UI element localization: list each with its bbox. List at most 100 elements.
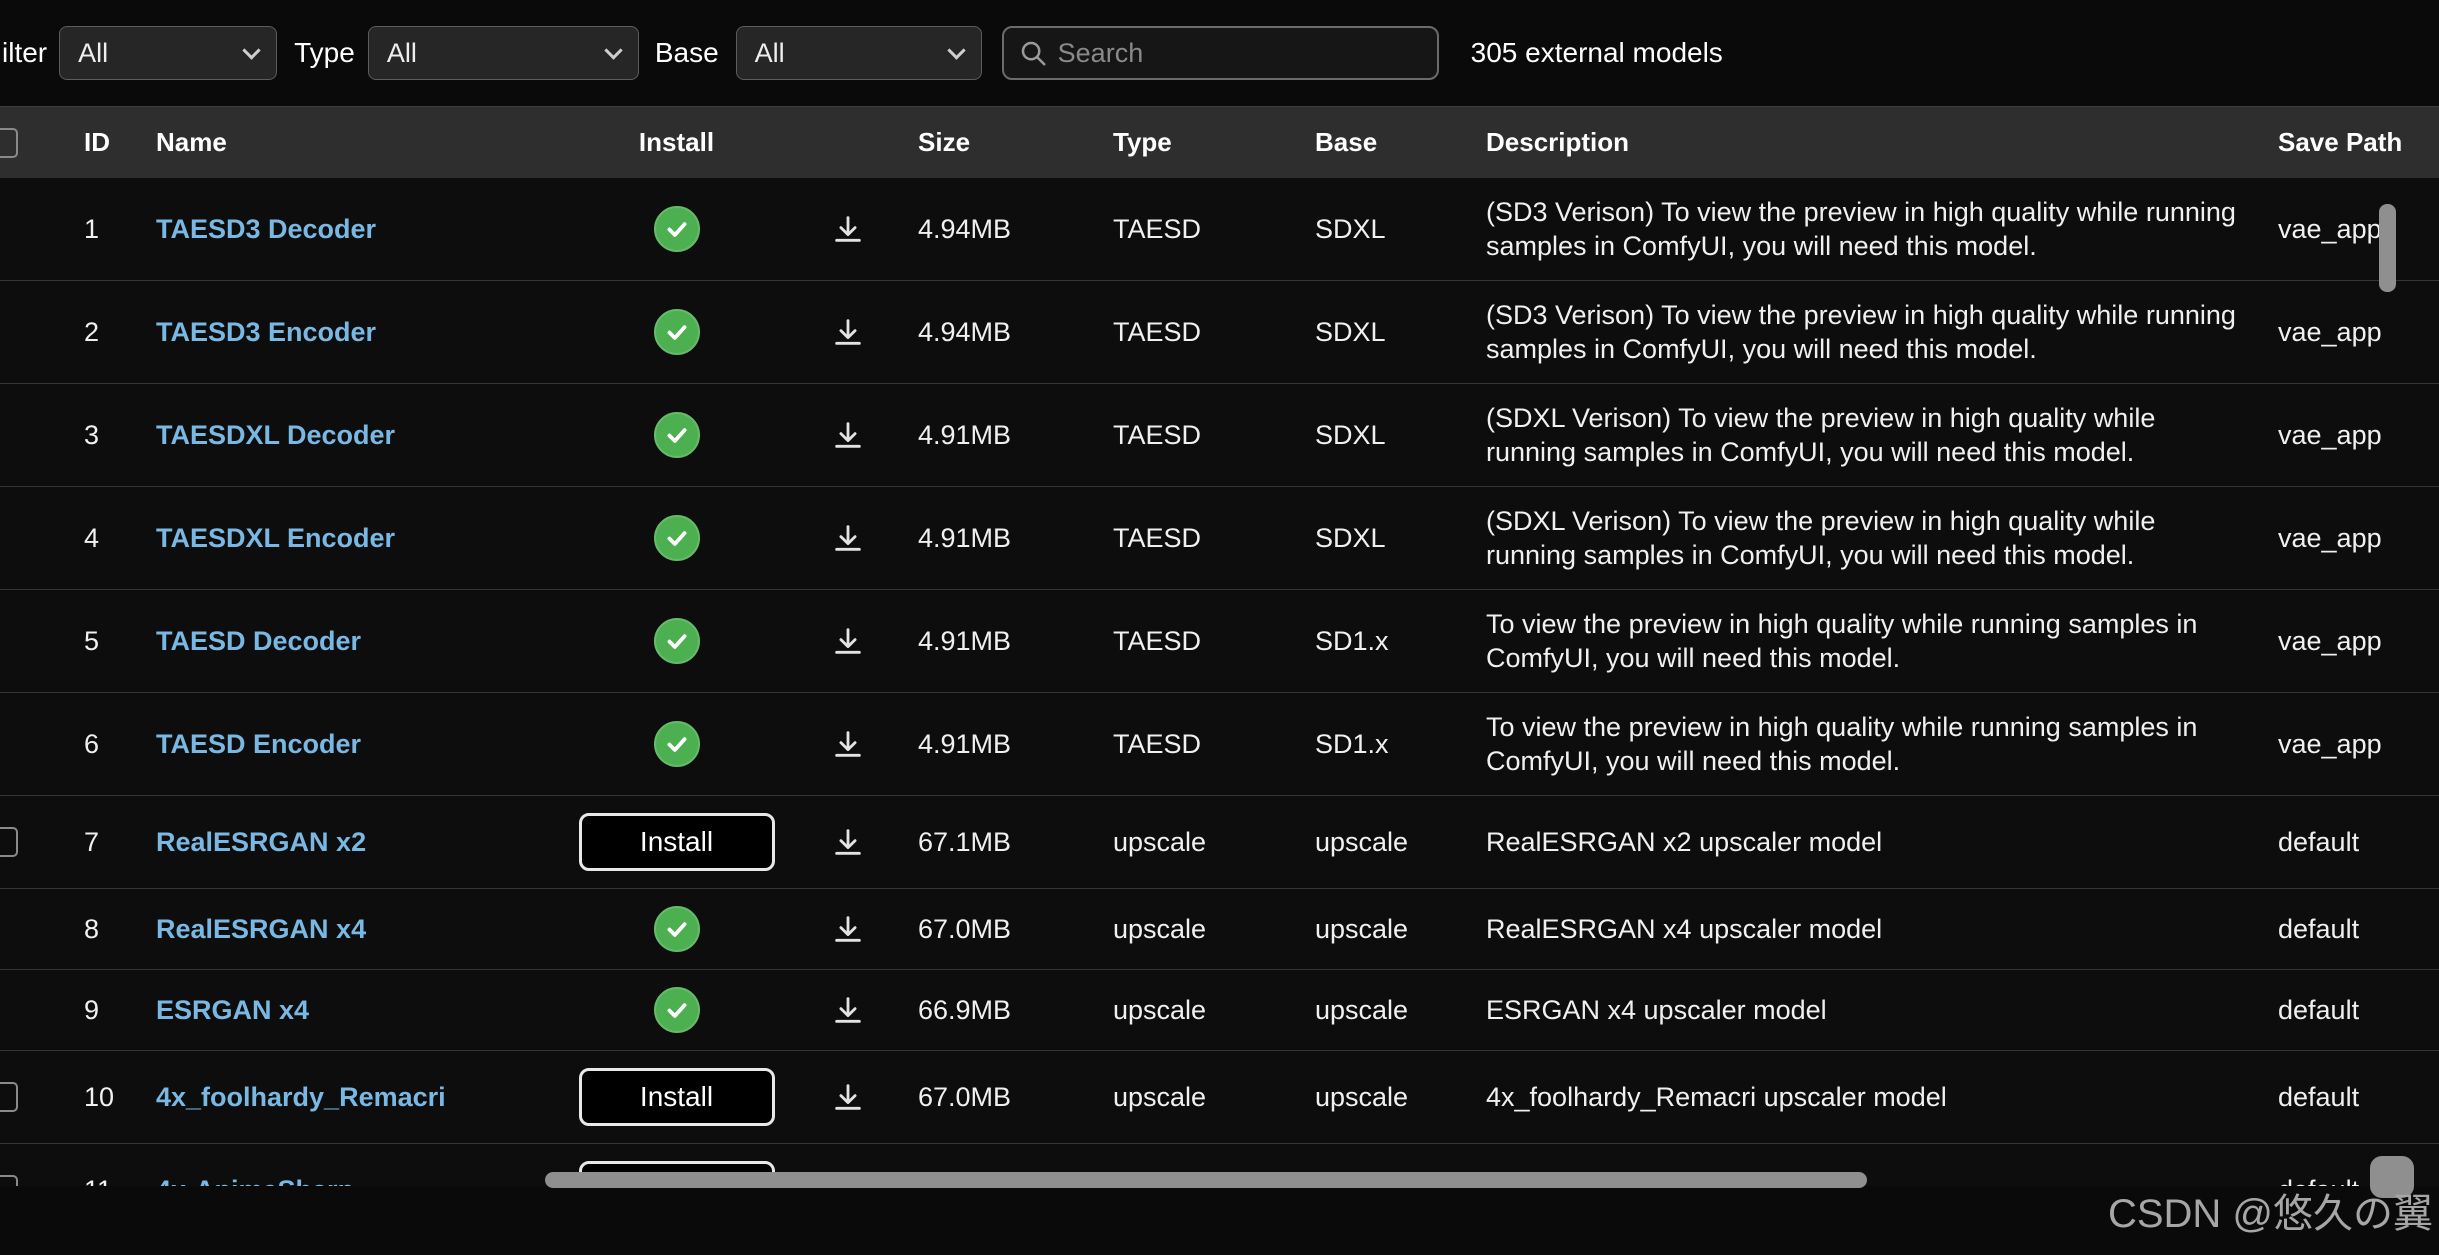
model-name-link[interactable]: TAESDXL Decoder	[156, 420, 395, 450]
row-checkbox-cell	[0, 729, 62, 759]
type-label: Type	[294, 37, 355, 69]
row-checkbox[interactable]	[0, 1082, 18, 1112]
watermark: CSDN @悠久の翼	[2108, 1181, 2433, 1239]
row-base: SDXL	[1299, 317, 1470, 348]
download-icon[interactable]	[831, 912, 865, 946]
header-id: ID	[62, 127, 140, 158]
row-description: To view the preview in high quality whil…	[1470, 710, 2262, 778]
row-checkbox[interactable]	[0, 827, 18, 857]
model-name-link[interactable]: 4x-AnimeSharp	[156, 1175, 354, 1187]
model-name-link[interactable]: TAESD3 Encoder	[156, 317, 376, 347]
row-id: 8	[62, 914, 140, 945]
row-checkbox-cell	[0, 1082, 62, 1112]
install-status-cell	[560, 206, 793, 252]
row-checkbox-cell	[0, 214, 62, 244]
install-status-cell	[560, 618, 793, 664]
row-save-path: default	[2262, 827, 2439, 858]
row-description: RealESRGAN x2 upscaler model	[1470, 825, 2262, 859]
header-type: Type	[1097, 127, 1299, 158]
header-description: Description	[1470, 127, 2262, 158]
table-row: 10 4x_foolhardy_Remacri Install 67.0MB u…	[0, 1051, 2439, 1144]
table-row: 9 ESRGAN x4 66.9MB upscale upscale ESRGA…	[0, 970, 2439, 1051]
row-description: 4x_foolhardy_Remacri upscaler model	[1470, 1080, 2262, 1114]
installed-check-icon	[654, 309, 700, 355]
filter-label: ilter	[2, 37, 47, 69]
download-icon[interactable]	[831, 825, 865, 859]
row-save-path: default	[2262, 914, 2439, 945]
install-status-cell	[560, 721, 793, 767]
chevron-down-icon	[604, 41, 622, 59]
row-size: 4.91MB	[902, 626, 1097, 657]
download-icon[interactable]	[831, 521, 865, 555]
install-button[interactable]: Install	[579, 1068, 775, 1126]
row-description: (SDXL Verison) To view the preview in hi…	[1470, 401, 2262, 469]
install-status-cell	[560, 987, 793, 1033]
row-checkbox[interactable]	[0, 1175, 18, 1186]
row-save-path: vae_app	[2262, 214, 2439, 245]
row-base: upscale	[1299, 914, 1470, 945]
download-icon[interactable]	[831, 1080, 865, 1114]
row-checkbox-cell	[0, 626, 62, 656]
row-size: 4.91MB	[902, 729, 1097, 760]
download-icon[interactable]	[831, 212, 865, 246]
table-row: 8 RealESRGAN x4 67.0MB upscale upscale R…	[0, 889, 2439, 970]
installed-check-icon	[654, 618, 700, 664]
row-checkbox-cell	[0, 420, 62, 450]
row-id: 7	[62, 827, 140, 858]
row-type: TAESD	[1097, 626, 1299, 657]
row-id: 1	[62, 214, 140, 245]
type-dropdown[interactable]: All	[368, 26, 639, 80]
download-icon[interactable]	[831, 624, 865, 658]
install-button[interactable]: Install	[579, 813, 775, 871]
install-models-dialog: ilter All Type All Base All 305 external…	[0, 0, 2439, 1255]
horizontal-scrollbar[interactable]	[545, 1172, 1867, 1188]
row-description: To view the preview in high quality whil…	[1470, 607, 2262, 675]
model-name-link[interactable]: ESRGAN x4	[156, 995, 309, 1025]
base-dropdown[interactable]: All	[736, 26, 982, 80]
row-checkbox-cell	[0, 1175, 62, 1186]
model-name-link[interactable]: TAESD Decoder	[156, 626, 361, 656]
table-row: 7 RealESRGAN x2 Install 67.1MB upscale u…	[0, 796, 2439, 889]
model-name-link[interactable]: TAESDXL Encoder	[156, 523, 395, 553]
installed-check-icon	[654, 987, 700, 1033]
header-install: Install	[560, 127, 793, 158]
header-size: Size	[902, 127, 1097, 158]
installed-check-icon	[654, 206, 700, 252]
download-icon[interactable]	[831, 993, 865, 1027]
row-description: (SD3 Verison) To view the preview in hig…	[1470, 195, 2262, 263]
select-all-checkbox[interactable]	[0, 128, 18, 158]
select-all-cell	[0, 128, 62, 158]
search-box[interactable]	[1002, 26, 1439, 80]
row-type: TAESD	[1097, 420, 1299, 451]
row-id: 5	[62, 626, 140, 657]
vertical-scrollbar[interactable]	[2379, 204, 2396, 292]
row-type: upscale	[1097, 995, 1299, 1026]
row-size: 67.0MB	[902, 1082, 1097, 1113]
model-name-link[interactable]: RealESRGAN x4	[156, 914, 366, 944]
search-input[interactable]	[1058, 38, 1423, 69]
download-icon[interactable]	[831, 727, 865, 761]
row-checkbox-cell	[0, 995, 62, 1025]
row-checkbox-cell	[0, 523, 62, 553]
row-base: SDXL	[1299, 420, 1470, 451]
row-id: 11	[62, 1175, 140, 1187]
model-name-link[interactable]: TAESD3 Decoder	[156, 214, 376, 244]
download-icon[interactable]	[831, 315, 865, 349]
chevron-down-icon	[947, 41, 965, 59]
row-base: upscale	[1299, 1082, 1470, 1113]
install-status-cell	[560, 515, 793, 561]
filter-dropdown[interactable]: All	[59, 26, 277, 80]
download-icon[interactable]	[831, 418, 865, 452]
row-description: RealESRGAN x4 upscaler model	[1470, 912, 2262, 946]
model-name-link[interactable]: 4x_foolhardy_Remacri	[156, 1082, 446, 1112]
model-name-link[interactable]: TAESD Encoder	[156, 729, 361, 759]
table-row: 4 TAESDXL Encoder 4.91MB TAESD SDXL (SDX…	[0, 487, 2439, 590]
table-body: 1 TAESD3 Decoder 4.94MB TAESD SDXL (SD3 …	[0, 178, 2439, 1186]
row-type: TAESD	[1097, 523, 1299, 554]
table-row: 2 TAESD3 Encoder 4.94MB TAESD SDXL (SD3 …	[0, 281, 2439, 384]
row-type: TAESD	[1097, 317, 1299, 348]
base-label: Base	[655, 37, 719, 69]
chevron-down-icon	[242, 41, 260, 59]
model-name-link[interactable]: RealESRGAN x2	[156, 827, 366, 857]
row-checkbox-cell	[0, 317, 62, 347]
